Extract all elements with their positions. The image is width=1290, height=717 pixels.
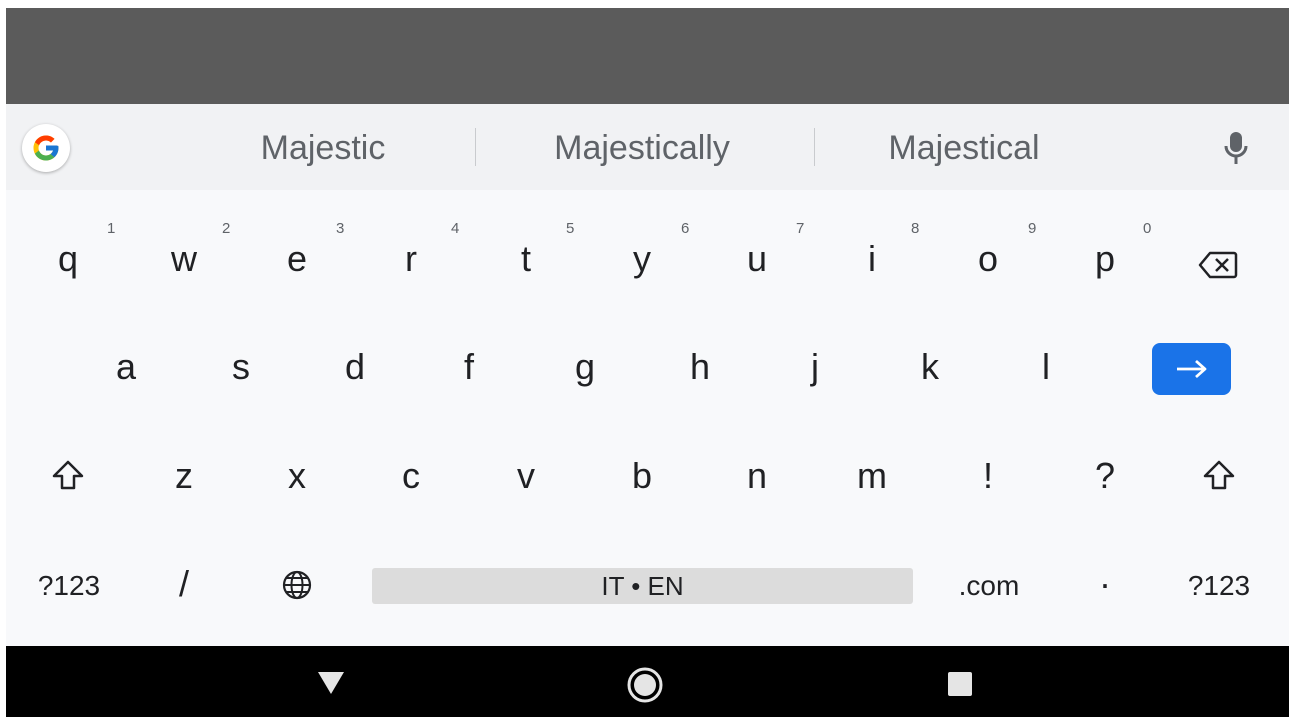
key-hint: 3 (336, 220, 345, 237)
google-logo-icon[interactable] (22, 124, 70, 172)
key-exclamation[interactable]: ! (960, 456, 1016, 496)
key-question[interactable]: ? (1077, 456, 1133, 496)
nav-back-icon[interactable] (317, 671, 345, 695)
key-n[interactable]: n (729, 456, 785, 496)
key-hint: 1 (107, 220, 116, 237)
key-r[interactable]: r (383, 239, 439, 279)
app-content-area (6, 8, 1289, 104)
arrow-right-icon (1176, 359, 1206, 379)
key-h[interactable]: h (672, 347, 728, 387)
suggestion-divider (814, 128, 815, 166)
key-c[interactable]: c (383, 456, 439, 496)
key-m[interactable]: m (844, 456, 900, 496)
symbols-key-left[interactable]: ?123 (26, 566, 112, 606)
spacebar[interactable]: IT • EN (372, 568, 913, 604)
key-t[interactable]: t (498, 239, 554, 279)
key-hint: 2 (222, 220, 231, 237)
suggestion-divider (475, 128, 476, 166)
shift-icon[interactable] (1201, 458, 1237, 494)
spacebar-label: IT • EN (601, 570, 684, 601)
key-l[interactable]: l (1018, 347, 1074, 387)
key-i[interactable]: i (844, 239, 900, 279)
key-j[interactable]: j (787, 347, 843, 387)
key-hint: 7 (796, 220, 805, 237)
key-k[interactable]: k (902, 347, 958, 387)
navigation-bar (6, 646, 1289, 717)
nav-recents-icon[interactable] (948, 672, 972, 696)
suggestion-1[interactable]: Majestic (261, 128, 386, 168)
suggestion-3[interactable]: Majestical (888, 128, 1039, 168)
period-key[interactable]: · (1077, 564, 1133, 604)
globe-icon[interactable] (280, 569, 314, 603)
keyboard: Majestic Majestically Majestical q 1 w 2… (6, 104, 1289, 646)
key-z[interactable]: z (156, 456, 212, 496)
shift-icon[interactable] (50, 458, 86, 494)
key-q[interactable]: q (40, 239, 96, 279)
key-g[interactable]: g (557, 347, 613, 387)
symbols-key-right[interactable]: ?123 (1176, 566, 1262, 606)
key-hint: 8 (911, 220, 920, 237)
backspace-icon[interactable] (1198, 248, 1238, 279)
suggestion-2[interactable]: Majestically (554, 128, 730, 168)
nav-home-icon[interactable] (626, 666, 664, 704)
key-f[interactable]: f (441, 347, 497, 387)
key-hint: 9 (1028, 220, 1037, 237)
key-a[interactable]: a (98, 347, 154, 387)
microphone-icon[interactable] (1222, 130, 1250, 166)
key-hint: 6 (681, 220, 690, 237)
key-x[interactable]: x (269, 456, 325, 496)
enter-key[interactable] (1152, 343, 1231, 395)
key-u[interactable]: u (729, 239, 785, 279)
key-v[interactable]: v (498, 456, 554, 496)
key-p[interactable]: p (1077, 239, 1133, 279)
key-e[interactable]: e (269, 239, 325, 279)
key-o[interactable]: o (960, 239, 1016, 279)
key-hint: 4 (451, 220, 460, 237)
key-y[interactable]: y (614, 239, 670, 279)
suggestion-strip: Majestic Majestically Majestical (6, 104, 1289, 190)
key-d[interactable]: d (327, 347, 383, 387)
key-w[interactable]: w (156, 239, 212, 279)
key-b[interactable]: b (614, 456, 670, 496)
key-s[interactable]: s (213, 347, 269, 387)
key-hint: 5 (566, 220, 575, 237)
key-hint: 0 (1143, 220, 1152, 237)
key-slash[interactable]: / (156, 564, 212, 604)
dotcom-key[interactable]: .com (946, 566, 1032, 606)
